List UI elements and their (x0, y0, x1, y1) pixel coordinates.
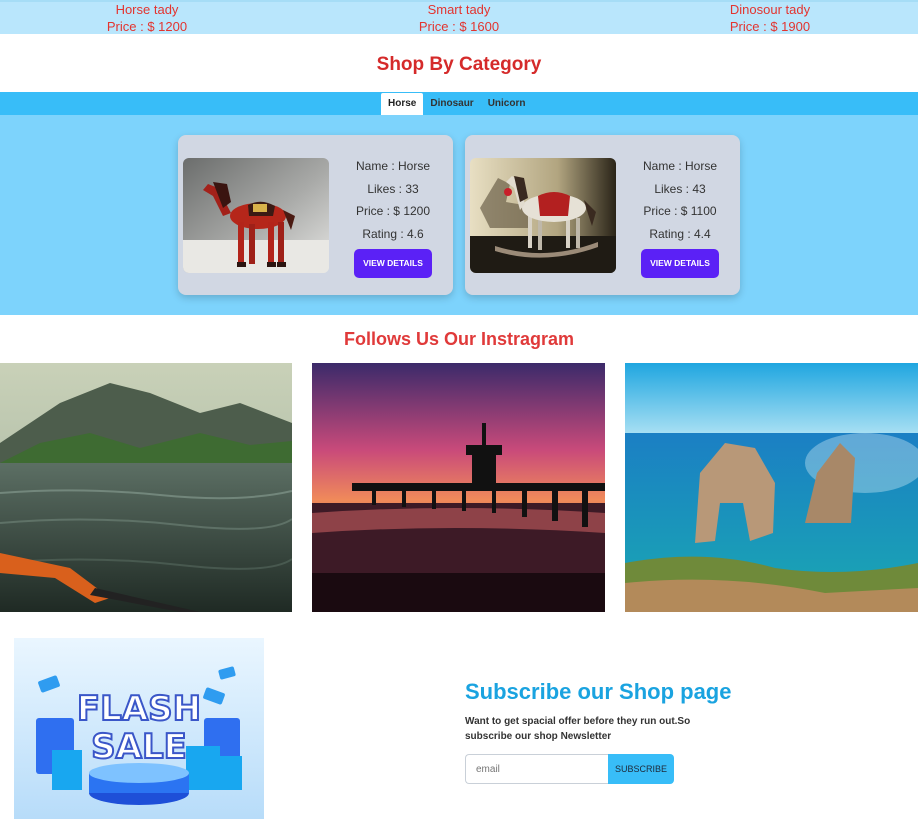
product-image-red-horse (183, 158, 329, 273)
top-product-name: Smart tady (427, 2, 491, 17)
instagram-photo-lake[interactable] (0, 363, 292, 612)
top-product-3[interactable]: Dinosour tady Price : $ 1900 (670, 1, 870, 35)
top-product-price: Price : $ 1200 (106, 19, 188, 34)
subscribe-button[interactable]: SUBSCRIBE (608, 754, 674, 784)
product-likes: Likes : 33 (367, 181, 419, 196)
product-name: Name : Horse (642, 159, 718, 173)
tab-dinosaur[interactable]: Dinosaur (423, 93, 480, 115)
category-section-title: Shop By Category (376, 54, 542, 75)
product-info: Name : Horse Likes : 33 Price : $ 1200 R… (338, 155, 448, 278)
product-rating: Rating : 4.6 (362, 226, 424, 241)
subscribe-description: Want to get spacial offer before they ru… (465, 716, 691, 742)
view-details-button[interactable]: VIEW DETAILS (641, 249, 719, 278)
product-info: Name : Horse Likes : 43 Price : $ 1100 R… (625, 155, 735, 278)
product-likes: Likes : 43 (654, 181, 706, 196)
top-product-price: Price : $ 1900 (729, 19, 811, 34)
category-panel: Name : Horse Likes : 33 Price : $ 1200 R… (0, 115, 918, 315)
tab-unicorn[interactable]: Unicorn (481, 93, 533, 115)
instagram-photo-sea-rocks[interactable] (625, 363, 918, 612)
product-card: Name : Horse Likes : 33 Price : $ 1200 R… (178, 135, 453, 295)
product-rating: Rating : 4.4 (649, 226, 711, 241)
product-image-rocking-horse (470, 158, 616, 273)
flash-sale-line2: SALE (91, 727, 187, 767)
category-tabs: Horse Dinosaur Unicorn (381, 93, 532, 115)
product-price: Price : $ 1200 (355, 204, 431, 218)
top-product-strip: Horse tady Price : $ 1200 Smart tady Pri… (0, 0, 918, 34)
top-product-1[interactable]: Horse tady Price : $ 1200 (47, 1, 247, 35)
subscribe-form: SUBSCRIBE (465, 754, 674, 784)
instagram-section-title: Follows Us Our Instragram (343, 329, 575, 349)
flash-sale-line1: FLASH (77, 689, 201, 729)
top-product-name: Dinosour tady (729, 2, 811, 17)
instagram-photo-pier-sunset[interactable] (312, 363, 605, 612)
product-price: Price : $ 1100 (643, 204, 717, 218)
email-input[interactable] (465, 754, 608, 784)
view-details-button[interactable]: VIEW DETAILS (354, 249, 432, 278)
top-product-price: Price : $ 1600 (418, 19, 500, 34)
product-name: Name : Horse (355, 159, 431, 173)
tab-horse[interactable]: Horse (381, 93, 424, 115)
category-tab-bar: Horse Dinosaur Unicorn (0, 92, 918, 115)
top-product-2[interactable]: Smart tady Price : $ 1600 (359, 1, 559, 35)
subscribe-title: Subscribe our Shop page (465, 679, 732, 704)
flash-sale-banner[interactable]: FLASH SALE (14, 638, 264, 819)
product-card: Name : Horse Likes : 43 Price : $ 1100 R… (465, 135, 740, 295)
top-product-name: Horse tady (115, 2, 179, 17)
